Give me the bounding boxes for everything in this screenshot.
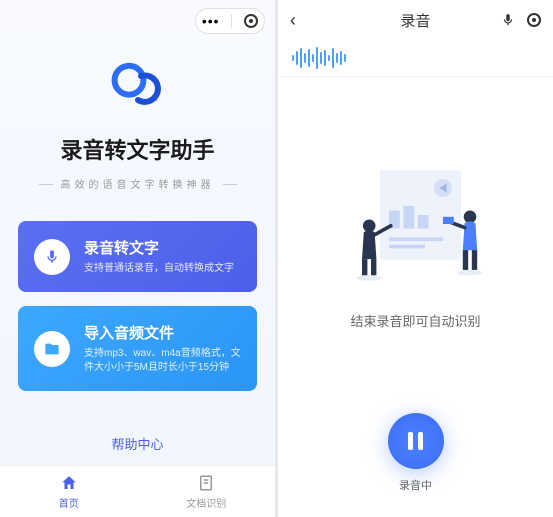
back-icon[interactable]: ‹ [290,10,296,31]
more-icon[interactable]: ••• [202,13,220,29]
card-title: 录音转文字 [84,237,234,258]
document-icon [197,474,215,492]
tab-label: 首页 [59,495,79,510]
recording-screen: ‹ 录音 结束录音即可自动识别 [278,0,553,517]
close-target-icon[interactable] [244,14,258,28]
app-subtitle: 高效的语音文字转换神器 [61,176,215,191]
app-title: 录音转文字助手 [0,133,275,165]
card-desc: 支持普通话录音，自动转换成文字 [84,262,234,276]
illustration [326,161,506,291]
home-icon [60,474,78,492]
card-desc: 支持mp3、wav、m4a音频格式，文件大小小于5M且时长小于15分钟 [84,347,241,375]
tab-document[interactable]: 文档识别 [138,466,276,517]
recording-body: 结束录音即可自动识别 [278,77,553,413]
recording-hint: 结束录音即可自动识别 [350,311,480,330]
feature-cards: 录音转文字 支持普通话录音，自动转换成文字 导入音频文件 支持mp3、wav、m… [0,193,275,405]
app-logo-icon [108,55,168,115]
folder-icon [34,331,70,367]
recording-status: 录音中 [399,477,432,493]
page-title: 录音 [400,10,430,31]
tab-bar: 首页 文档识别 [0,465,275,517]
recording-header: ‹ 录音 [278,0,553,40]
microphone-icon [34,239,70,275]
wave-bars [292,46,539,70]
recording-footer: 录音中 [278,413,553,517]
home-screen: ••• 录音转文字助手 高效的语音文字转换神器 录音转文字 支持普通话录音，自动… [0,0,275,517]
record-to-text-card[interactable]: 录音转文字 支持普通话录音，自动转换成文字 [18,221,257,292]
card-title: 导入音频文件 [84,322,241,343]
tab-label: 文档识别 [186,495,226,510]
pause-icon [408,432,423,450]
microphone-icon[interactable] [501,13,515,27]
tab-home[interactable]: 首页 [0,466,138,517]
help-link[interactable]: 帮助中心 [0,434,275,465]
pause-recording-button[interactable] [388,413,444,469]
import-audio-card[interactable]: 导入音频文件 支持mp3、wav、m4a音频格式，文件大小小于5M且时长小于15… [18,306,257,391]
close-target-icon[interactable] [527,13,541,27]
waveform [278,40,553,77]
mini-program-capsule[interactable]: ••• [195,8,265,34]
